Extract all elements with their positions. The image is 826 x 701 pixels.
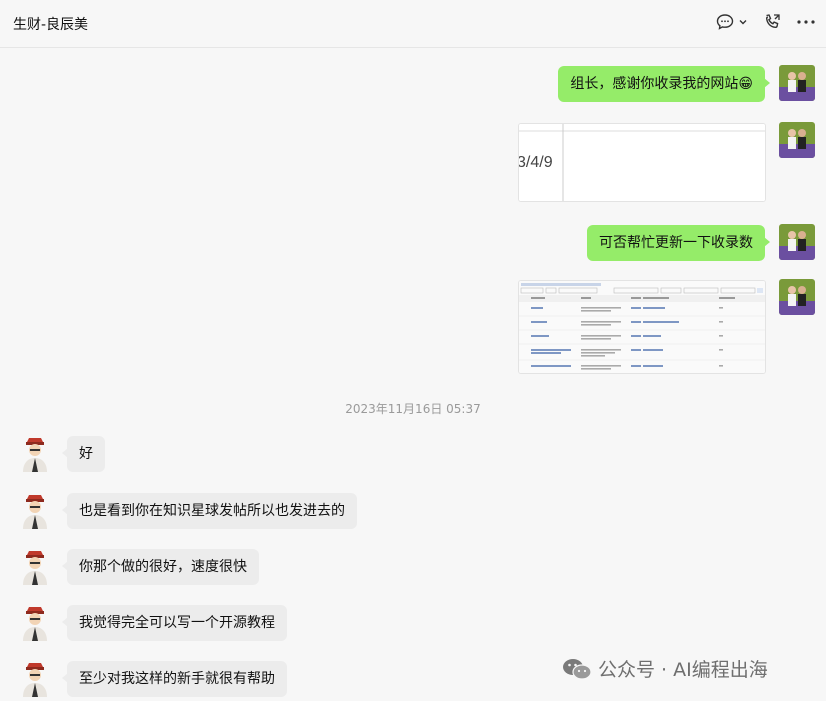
wechat-icon [563, 658, 592, 680]
contact-message[interactable]: 至少对我这样的新手就很有帮助 [62, 661, 287, 697]
contact-avatar[interactable] [16, 659, 54, 697]
image-message[interactable]: 3/4/9 [518, 123, 766, 202]
my-avatar[interactable] [779, 279, 815, 315]
my-avatar[interactable] [779, 224, 815, 260]
my-avatar[interactable] [779, 122, 815, 158]
chevron-down-icon[interactable] [738, 17, 748, 27]
phone-call-icon[interactable] [762, 12, 782, 32]
contact-avatar[interactable] [16, 491, 54, 529]
more-icon[interactable] [796, 19, 816, 25]
my-message[interactable]: 可否帮忙更新一下收录数 [587, 225, 770, 261]
watermark: 公众号 · AI编程出海 [562, 655, 768, 682]
chat-bubble-icon[interactable] [716, 13, 734, 31]
contact-avatar[interactable] [16, 603, 54, 641]
table-screenshot [519, 281, 765, 373]
image-text: 3/4/9 [518, 154, 553, 171]
image-content [519, 124, 765, 201]
timestamp: 2023年11月16日 05:37 [345, 402, 481, 416]
my-avatar[interactable] [779, 65, 815, 101]
header-actions [716, 12, 816, 32]
contact-message[interactable]: 好 [62, 436, 105, 472]
contact-message[interactable]: 你那个做的很好，速度很快 [62, 549, 259, 585]
contact-message[interactable]: 也是看到你在知识星球发帖所以也发进去的 [62, 493, 357, 529]
watermark-text: 公众号 · AI编程出海 [598, 659, 768, 681]
contact-message[interactable]: 我觉得完全可以写一个开源教程 [62, 605, 287, 641]
chat-title: 生财-良辰美 [13, 17, 89, 33]
contact-avatar[interactable] [16, 547, 54, 585]
chat-header: 生财-良辰美 [0, 0, 826, 48]
my-message[interactable]: 组长，感谢你收录我的网站😁 [558, 66, 770, 102]
chat-area[interactable]: 组长，感谢你收录我的网站😁 3/4/9 可否帮忙更新一下收录数 2023年11月… [0, 48, 826, 701]
contact-avatar[interactable] [16, 434, 54, 472]
image-message[interactable] [518, 280, 766, 374]
